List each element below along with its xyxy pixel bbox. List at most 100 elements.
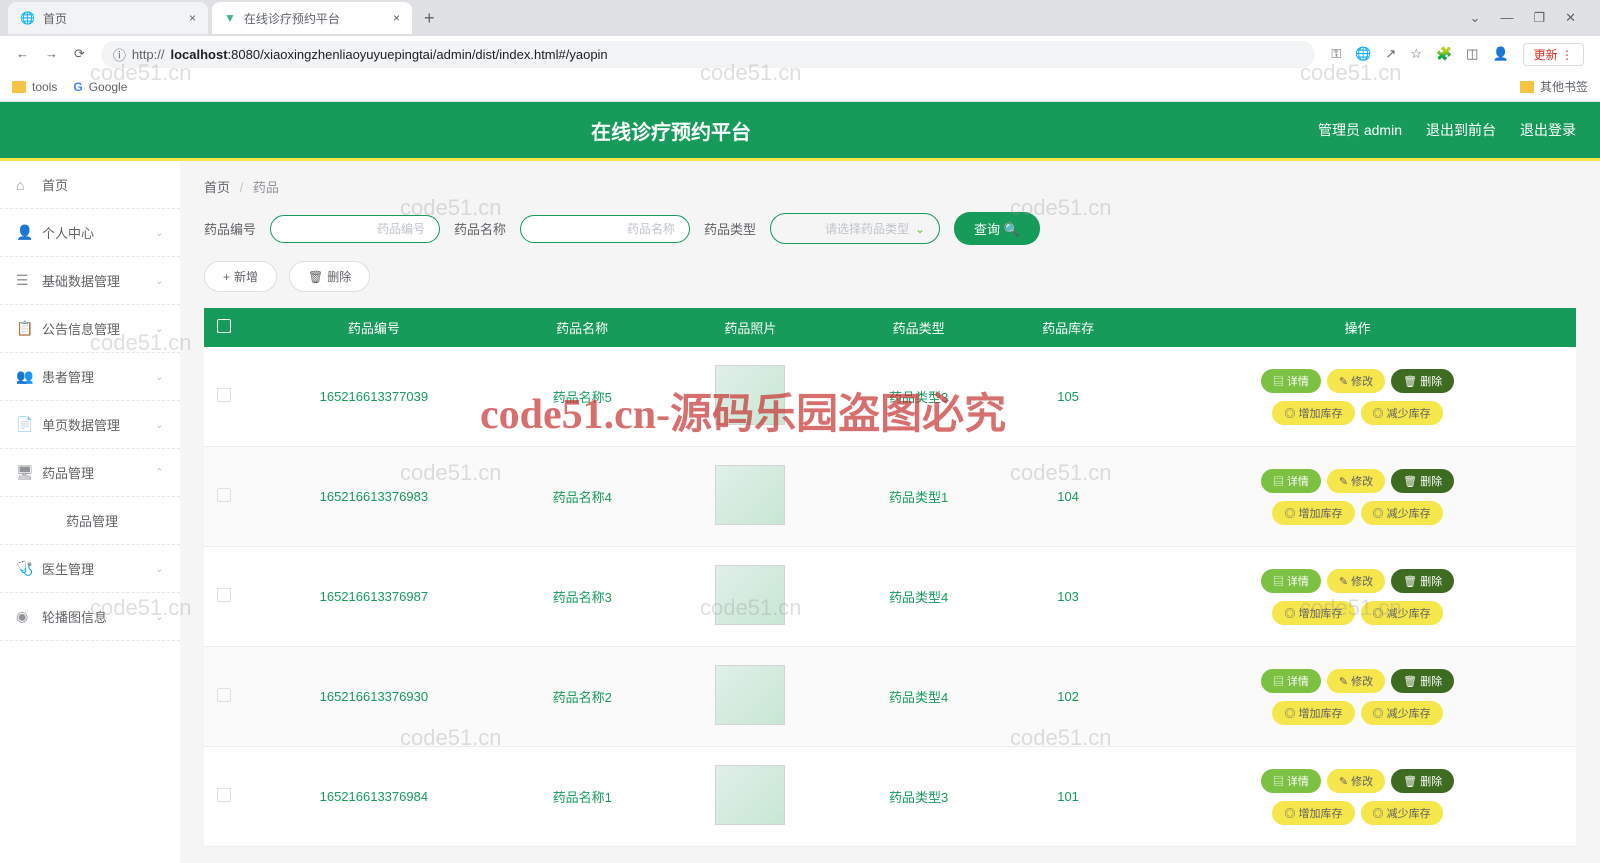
page-title: 在线诊疗预约平台 [24, 116, 1318, 145]
increase-stock-button[interactable]: ◎ 增加库存 [1272, 401, 1354, 425]
detail-button[interactable]: ▤ 详情 [1261, 469, 1321, 493]
decrease-stock-button[interactable]: ◎ 减少库存 [1361, 501, 1443, 525]
extension-icon[interactable]: 🧩 [1436, 46, 1452, 62]
close-icon[interactable]: ✕ [1565, 10, 1576, 26]
edit-button[interactable]: ✎ 修改 [1327, 369, 1385, 393]
breadcrumb-sep: / [240, 180, 244, 195]
detail-button[interactable]: ▤ 详情 [1261, 569, 1321, 593]
decrease-stock-button[interactable]: ◎ 减少库存 [1361, 401, 1443, 425]
product-image[interactable] [715, 365, 785, 425]
increase-stock-button[interactable]: ◎ 增加库存 [1272, 501, 1354, 525]
url-prefix: http:// [132, 47, 165, 62]
close-icon[interactable]: × [393, 11, 400, 25]
product-image[interactable] [715, 565, 785, 625]
sidebar-item-label: 个人中心 [42, 223, 94, 242]
forward-icon[interactable]: → [45, 46, 58, 62]
select-all-checkbox[interactable] [217, 319, 231, 333]
reload-icon[interactable]: ⟳ [74, 46, 85, 62]
update-button[interactable]: 更新 ⋮ [1523, 43, 1584, 66]
delete-button[interactable]: 🗑 删除 [1391, 469, 1454, 493]
bookmark-item[interactable]: GGoogle [73, 80, 127, 94]
increase-stock-button[interactable]: ◎ 增加库存 [1272, 601, 1354, 625]
breadcrumb-home[interactable]: 首页 [204, 180, 230, 195]
delete-button[interactable]: 🗑 删除 [1391, 769, 1454, 793]
decrease-stock-button[interactable]: ◎ 减少库存 [1361, 701, 1443, 725]
profile-icon[interactable]: 👤 [1492, 46, 1508, 62]
browser-tab[interactable]: 🌐 首页 × [8, 2, 208, 34]
info-icon[interactable]: ⓘ [113, 45, 126, 64]
edit-button[interactable]: ✎ 修改 [1327, 469, 1385, 493]
detail-button[interactable]: ▤ 详情 [1261, 369, 1321, 393]
edit-button[interactable]: ✎ 修改 [1327, 569, 1385, 593]
decrease-stock-button[interactable]: ◎ 减少库存 [1361, 801, 1443, 825]
other-bookmarks[interactable]: 其他书签 [1520, 78, 1588, 95]
sidebar-item[interactable]: 👤个人中心⌄ [0, 209, 180, 257]
close-icon[interactable]: × [189, 11, 196, 25]
detail-button[interactable]: ▤ 详情 [1261, 669, 1321, 693]
row-checkbox[interactable] [217, 488, 231, 502]
delete-button[interactable]: 🗑 删除 [1391, 669, 1454, 693]
action-row: +新增 🗑删除 [204, 261, 1576, 292]
increase-stock-button[interactable]: ◎ 增加库存 [1272, 701, 1354, 725]
sidebar-item[interactable]: 🩺医生管理⌄ [0, 545, 180, 593]
cell-type: 药品类型3 [840, 347, 997, 447]
logout-front-button[interactable]: 退出到前台 [1426, 120, 1496, 140]
folder-icon [12, 81, 26, 93]
sidebar-item[interactable]: 📋公告信息管理⌄ [0, 305, 180, 353]
sidebar-item[interactable]: ◉轮播图信息⌄ [0, 593, 180, 641]
query-button[interactable]: 查询 🔍 [954, 212, 1040, 245]
row-checkbox[interactable] [217, 388, 231, 402]
detail-button[interactable]: ▤ 详情 [1261, 769, 1321, 793]
row-checkbox[interactable] [217, 788, 231, 802]
sidebar-item[interactable]: 📄单页数据管理⌄ [0, 401, 180, 449]
sidebar-item-label: 药品管理 [66, 511, 118, 530]
filter-name-label: 药品名称 [454, 219, 506, 238]
product-image[interactable] [715, 665, 785, 725]
url-input[interactable]: ⓘ http://localhost:8080/xiaoxingzhenliao… [101, 41, 1315, 68]
chevron-down-icon[interactable]: ⌄ [1470, 10, 1481, 26]
key-icon[interactable]: ⚿ [1331, 46, 1341, 62]
back-icon[interactable]: ← [16, 46, 29, 62]
product-image[interactable] [715, 765, 785, 825]
logout-button[interactable]: 退出登录 [1520, 120, 1576, 140]
url-rest: :8080/xiaoxingzhenliaoyuyuepingtai/admin… [228, 47, 608, 62]
filter-name-input[interactable] [520, 215, 690, 243]
share-icon[interactable]: ↗ [1385, 46, 1396, 62]
star-icon[interactable]: ☆ [1410, 46, 1422, 62]
admin-label[interactable]: 管理员 admin [1318, 120, 1402, 140]
delete-button[interactable]: 🗑删除 [289, 261, 370, 292]
delete-button[interactable]: 🗑 删除 [1391, 369, 1454, 393]
sidebar-item-label: 首页 [42, 175, 68, 194]
minimize-icon[interactable]: — [1500, 10, 1513, 26]
add-tab-button[interactable]: + [416, 8, 443, 29]
row-checkbox[interactable] [217, 588, 231, 602]
cell-type: 药品类型1 [840, 447, 997, 547]
sidebar-item[interactable]: ⌂首页 [0, 161, 180, 209]
addr-right: ⚿ 🌐 ↗ ☆ 🧩 ◫ 👤 更新 ⋮ [1323, 43, 1592, 66]
filter-type-select[interactable]: 请选择药品类型 ⌄ [770, 213, 940, 244]
row-checkbox[interactable] [217, 688, 231, 702]
cell-id: 165216613376987 [244, 547, 504, 647]
filter-id-input[interactable] [270, 215, 440, 243]
edit-button[interactable]: ✎ 修改 [1327, 769, 1385, 793]
bookmark-item[interactable]: tools [12, 80, 57, 94]
menu-icon: 📋 [16, 320, 32, 337]
decrease-stock-button[interactable]: ◎ 减少库存 [1361, 601, 1443, 625]
edit-button[interactable]: ✎ 修改 [1327, 669, 1385, 693]
panel-icon[interactable]: ◫ [1466, 46, 1478, 62]
cell-id: 165216613376983 [244, 447, 504, 547]
sidebar-item[interactable]: 👥患者管理⌄ [0, 353, 180, 401]
sidebar-subitem[interactable]: 药品管理 [0, 497, 180, 545]
browser-tab[interactable]: ▼ 在线诊疗预约平台 × [212, 2, 412, 34]
product-image[interactable] [715, 465, 785, 525]
cell-ops: ▤ 详情 ✎ 修改 🗑 删除 ◎ 增加库存 ◎ 减少库存 [1139, 347, 1576, 447]
maximize-icon[interactable]: ❐ [1533, 10, 1545, 26]
increase-stock-button[interactable]: ◎ 增加库存 [1272, 801, 1354, 825]
add-button[interactable]: +新增 [204, 261, 277, 292]
delete-button[interactable]: 🗑 删除 [1391, 569, 1454, 593]
vue-icon: ▼ [224, 11, 236, 25]
sidebar-item[interactable]: 🖥药品管理⌃ [0, 449, 180, 497]
sidebar-item[interactable]: ☰基础数据管理⌄ [0, 257, 180, 305]
sidebar-item-label: 医生管理 [42, 559, 94, 578]
translate-icon[interactable]: 🌐 [1355, 46, 1371, 62]
